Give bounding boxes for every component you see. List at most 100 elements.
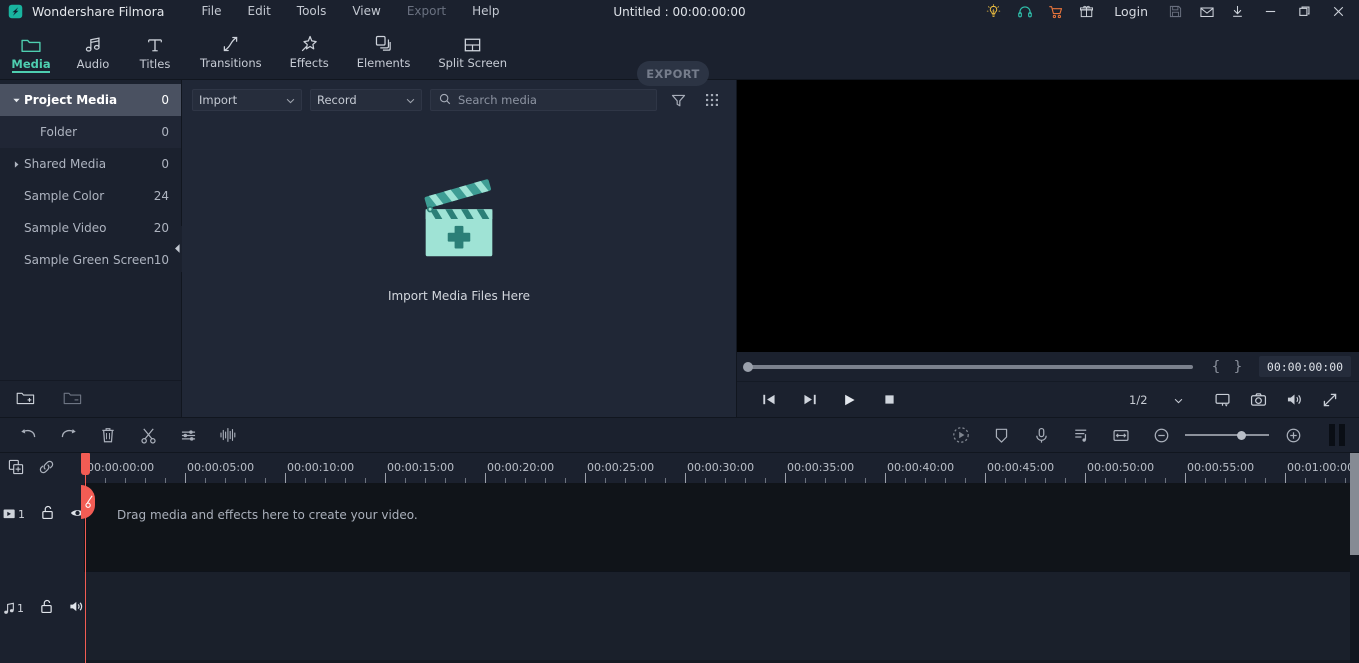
audio-mixer-icon[interactable] bbox=[1061, 420, 1101, 450]
tab-titles[interactable]: Titles bbox=[124, 23, 186, 79]
download-icon[interactable] bbox=[1222, 0, 1253, 23]
timeline-ruler[interactable]: 00:00:00:00 00:00:05:00 00:00:10:00 00:00:1… bbox=[84, 453, 1359, 483]
timeline-vertical-scrollbar[interactable] bbox=[1350, 453, 1359, 663]
sidebar-item-count: 0 bbox=[161, 125, 169, 139]
ruler-label: 00:00:25:00 bbox=[587, 461, 655, 474]
gift-box-icon[interactable] bbox=[1071, 0, 1102, 23]
sidebar-item-shared-media[interactable]: Shared Media 0 bbox=[0, 148, 181, 180]
login-button[interactable]: Login bbox=[1102, 0, 1160, 23]
preview-scrubber[interactable] bbox=[743, 361, 1193, 372]
zoom-in-icon[interactable] bbox=[1273, 420, 1313, 450]
snapshot-camera-icon[interactable] bbox=[1241, 386, 1275, 414]
unlock-padlock-icon[interactable] bbox=[40, 599, 53, 617]
tab-audio[interactable]: Audio bbox=[62, 23, 124, 79]
support-headset-icon[interactable] bbox=[1009, 0, 1040, 23]
pause-bars-icon[interactable] bbox=[1323, 420, 1351, 450]
tab-effects[interactable]: Effects bbox=[276, 23, 343, 79]
sidebar-item-project-media[interactable]: Project Media 0 bbox=[0, 84, 181, 116]
sidebar-item-sample-color[interactable]: Sample Color 24 bbox=[0, 180, 181, 212]
audio-track-icon: 1 bbox=[3, 602, 24, 615]
audio-waveform-icon[interactable] bbox=[208, 420, 248, 450]
timeline-playhead[interactable] bbox=[81, 453, 95, 663]
import-dropdown[interactable]: Import bbox=[192, 89, 302, 111]
tab-elements[interactable]: Elements bbox=[343, 23, 425, 79]
display-settings-icon[interactable] bbox=[1205, 386, 1239, 414]
redo-icon[interactable] bbox=[48, 420, 88, 450]
menu-view[interactable]: View bbox=[339, 0, 393, 23]
collapse-panel-handle[interactable] bbox=[172, 225, 182, 272]
zoom-slider-handle[interactable] bbox=[1237, 430, 1246, 440]
menu-tools[interactable]: Tools bbox=[284, 0, 340, 23]
search-media-box[interactable] bbox=[430, 89, 657, 111]
sidebar-item-sample-video[interactable]: Sample Video 20 bbox=[0, 212, 181, 244]
timeline-header-tools bbox=[0, 453, 84, 483]
sidebar-item-count: 24 bbox=[153, 189, 169, 203]
preview-screen[interactable] bbox=[737, 80, 1359, 352]
previous-frame-button[interactable] bbox=[749, 385, 789, 415]
tab-transitions[interactable]: Transitions bbox=[186, 23, 276, 79]
fit-timeline-icon[interactable] bbox=[1101, 420, 1141, 450]
fullscreen-icon[interactable] bbox=[1313, 386, 1347, 414]
chevron-down-icon[interactable] bbox=[8, 96, 24, 105]
save-icon[interactable] bbox=[1160, 0, 1191, 23]
marker-shield-icon[interactable] bbox=[981, 420, 1021, 450]
timeline-zoom-slider[interactable] bbox=[1185, 425, 1269, 445]
filter-funnel-icon[interactable] bbox=[665, 88, 691, 112]
scrollbar-thumb[interactable] bbox=[1350, 453, 1359, 555]
scrubber-handle[interactable] bbox=[743, 361, 753, 372]
video-track-header[interactable]: 1 bbox=[0, 483, 85, 571]
maximize-button[interactable] bbox=[1287, 0, 1321, 23]
next-frame-button[interactable] bbox=[789, 385, 829, 415]
add-track-icon[interactable] bbox=[8, 459, 24, 478]
tab-media[interactable]: Media bbox=[0, 23, 62, 79]
preview-timecode[interactable]: 00:00:00:00 bbox=[1259, 356, 1351, 377]
remove-folder-icon[interactable] bbox=[63, 390, 82, 409]
new-folder-icon[interactable] bbox=[16, 390, 35, 409]
unlock-padlock-icon[interactable] bbox=[41, 505, 54, 523]
chevron-right-icon[interactable] bbox=[8, 160, 24, 169]
shopping-cart-icon[interactable] bbox=[1040, 0, 1071, 23]
playback-quality-dropdown[interactable]: 1/2 bbox=[1117, 389, 1189, 411]
sidebar-item-label: Sample Color bbox=[24, 189, 105, 203]
mark-out-button[interactable]: } bbox=[1227, 359, 1249, 375]
search-input[interactable] bbox=[458, 93, 648, 107]
playhead-handle[interactable] bbox=[81, 453, 90, 475]
close-button[interactable] bbox=[1321, 0, 1355, 23]
menu-edit[interactable]: Edit bbox=[235, 0, 284, 23]
grid-view-icon[interactable] bbox=[699, 88, 725, 112]
sidebar-item-label: Sample Video bbox=[24, 221, 107, 235]
sidebar-item-sample-green-screen[interactable]: Sample Green Screen 10 bbox=[0, 244, 181, 276]
tips-lightbulb-icon[interactable] bbox=[978, 0, 1009, 23]
mail-icon[interactable] bbox=[1191, 0, 1222, 23]
delete-trash-icon[interactable] bbox=[88, 420, 128, 450]
timeline-tracks[interactable]: 00:00:00:00 00:00:05:00 00:00:10:00 00:00:1… bbox=[84, 453, 1359, 663]
minimize-button[interactable] bbox=[1253, 0, 1287, 23]
split-scissors-icon[interactable] bbox=[128, 420, 168, 450]
volume-icon[interactable] bbox=[1277, 386, 1311, 414]
video-track-lane[interactable]: Drag media and effects here to create yo… bbox=[84, 483, 1359, 571]
timeline-empty-hint: Drag media and effects here to create yo… bbox=[117, 508, 418, 522]
audio-track-lane[interactable] bbox=[84, 572, 1359, 660]
media-drop-area[interactable]: Import Media Files Here bbox=[182, 116, 736, 417]
sidebar-item-folder[interactable]: Folder 0 bbox=[0, 116, 181, 148]
preview-scrubber-row: { } 00:00:00:00 bbox=[737, 352, 1359, 381]
menu-help[interactable]: Help bbox=[459, 0, 512, 23]
sidebar-item-count: 20 bbox=[153, 221, 169, 235]
audio-track-header[interactable]: 1 bbox=[0, 571, 84, 659]
tab-split-screen[interactable]: Split Screen bbox=[424, 23, 521, 79]
stop-button[interactable] bbox=[869, 385, 909, 415]
menu-file[interactable]: File bbox=[188, 0, 234, 23]
voiceover-mic-icon[interactable] bbox=[1021, 420, 1061, 450]
render-preview-icon[interactable] bbox=[941, 420, 981, 450]
split-screen-icon bbox=[463, 33, 482, 53]
speaker-mute-icon[interactable] bbox=[69, 600, 84, 616]
export-button[interactable]: EXPORT bbox=[637, 61, 709, 86]
mark-in-button[interactable]: { bbox=[1205, 359, 1227, 375]
adjust-sliders-icon[interactable] bbox=[168, 420, 208, 450]
undo-icon[interactable] bbox=[8, 420, 48, 450]
link-clips-icon[interactable] bbox=[38, 459, 55, 478]
menu-export: Export bbox=[406, 4, 447, 18]
zoom-out-icon[interactable] bbox=[1141, 420, 1181, 450]
play-button[interactable] bbox=[829, 385, 869, 415]
record-dropdown[interactable]: Record bbox=[310, 89, 422, 111]
